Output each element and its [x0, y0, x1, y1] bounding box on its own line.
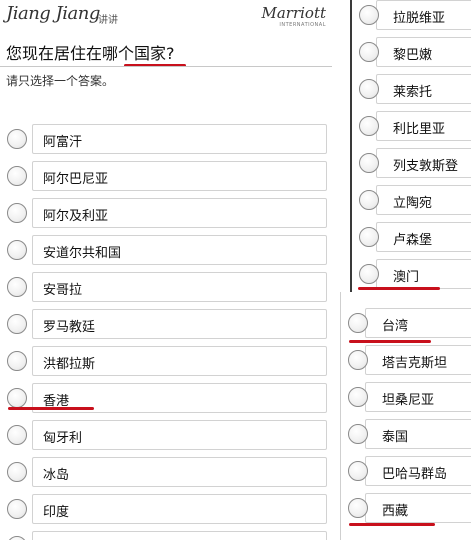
country-option[interactable]: 列支敦斯登: [359, 148, 471, 178]
country-option[interactable]: 安哥拉: [7, 272, 327, 302]
country-option[interactable]: 台湾: [348, 308, 471, 338]
radio-button[interactable]: [7, 425, 27, 445]
radio-button[interactable]: [359, 264, 379, 284]
country-option[interactable]: 印度尼西亚: [7, 531, 327, 540]
country-option[interactable]: 阿尔及利亚: [7, 198, 327, 228]
radio-button[interactable]: [359, 153, 379, 173]
country-option-label: 西藏: [382, 504, 409, 519]
country-option-label: 拉脱维亚: [393, 11, 446, 26]
country-option-label: 利比里亚: [393, 122, 446, 137]
radio-button[interactable]: [7, 240, 27, 260]
jiangjiang-logo-sub: 讲讲: [98, 15, 118, 26]
radio-button[interactable]: [7, 351, 27, 371]
country-option-label: 泰国: [382, 430, 409, 445]
radio-button[interactable]: [348, 387, 368, 407]
radio-button[interactable]: [7, 314, 27, 334]
country-option[interactable]: 印度: [7, 494, 327, 524]
country-option-label: 黎巴嫩: [393, 48, 433, 63]
country-option[interactable]: 拉脱维亚: [359, 0, 471, 30]
red-annotation-underline: [349, 340, 431, 343]
country-option-label: 安道尔共和国: [43, 246, 122, 261]
country-option[interactable]: 立陶宛: [359, 185, 471, 215]
country-option-label: 坦桑尼亚: [382, 393, 435, 408]
country-option-label: 安哥拉: [43, 283, 83, 298]
country-option[interactable]: 洪都拉斯: [7, 346, 327, 376]
radio-button[interactable]: [7, 166, 27, 186]
radio-button[interactable]: [7, 499, 27, 519]
country-option[interactable]: 利比里亚: [359, 111, 471, 141]
country-option-label: 匈牙利: [43, 431, 83, 446]
country-option-label: 阿富汗: [43, 135, 83, 150]
survey-panel-right-top: 拉脱维亚黎巴嫩莱索托利比里亚列支敦斯登立陶宛卢森堡澳门: [350, 0, 471, 292]
radio-button[interactable]: [7, 129, 27, 149]
country-option-label: 罗马教廷: [43, 320, 96, 335]
survey-panel-right-bottom: 台湾塔吉克斯坦坦桑尼亚泰国巴哈马群岛西藏: [340, 292, 471, 540]
radio-button[interactable]: [359, 116, 379, 136]
country-option[interactable]: 冰岛: [7, 457, 327, 487]
country-option[interactable]: 匈牙利: [7, 420, 327, 450]
country-option[interactable]: 卢森堡: [359, 222, 471, 252]
country-option[interactable]: 阿尔巴尼亚: [7, 161, 327, 191]
red-annotation-underline: [358, 287, 440, 290]
country-option-label: 阿尔巴尼亚: [43, 172, 109, 187]
country-option-label: 冰岛: [43, 468, 70, 483]
country-option[interactable]: 西藏: [348, 493, 471, 523]
question-hint: 请只选择一个答案。: [6, 74, 115, 88]
radio-button[interactable]: [348, 424, 368, 444]
country-option-label: 阿尔及利亚: [43, 209, 109, 224]
country-option-label: 台湾: [382, 319, 409, 334]
country-option-label: 塔吉克斯坦: [382, 356, 448, 371]
radio-button[interactable]: [7, 462, 27, 482]
country-option-label: 列支敦斯登: [393, 159, 459, 174]
country-option-label: 莱索托: [393, 85, 433, 100]
radio-button[interactable]: [359, 79, 379, 99]
country-option-label: 卢森堡: [393, 233, 433, 248]
radio-button[interactable]: [359, 190, 379, 210]
survey-header: Jiang Jiang 讲讲 Marriott INTERNATIONAL: [0, 0, 350, 38]
country-option-label: 澳门: [393, 270, 420, 285]
country-option[interactable]: 泰国: [348, 419, 471, 449]
marriott-logo: Marriott: [261, 4, 326, 22]
radio-button[interactable]: [359, 5, 379, 25]
country-option[interactable]: 莱索托: [359, 74, 471, 104]
country-option[interactable]: 巴哈马群岛: [348, 456, 471, 486]
radio-button[interactable]: [348, 313, 368, 333]
red-annotation-underline: [8, 407, 94, 410]
radio-button[interactable]: [7, 536, 27, 540]
question-title: 您现在居住在哪个国家?: [6, 44, 175, 63]
country-option-label: 立陶宛: [393, 196, 433, 211]
country-option-label: 洪都拉斯: [43, 357, 96, 372]
country-option[interactable]: 安道尔共和国: [7, 235, 327, 265]
radio-button[interactable]: [7, 277, 27, 297]
question-divider: [0, 66, 332, 67]
marriott-logo-sub: INTERNATIONAL: [279, 22, 326, 28]
radio-button[interactable]: [348, 498, 368, 518]
radio-button[interactable]: [7, 203, 27, 223]
radio-button[interactable]: [348, 350, 368, 370]
country-option[interactable]: 澳门: [359, 259, 471, 289]
radio-button[interactable]: [348, 461, 368, 481]
radio-button[interactable]: [359, 227, 379, 247]
country-option[interactable]: 阿富汗: [7, 124, 327, 154]
country-option[interactable]: 黎巴嫩: [359, 37, 471, 67]
country-option[interactable]: 坦桑尼亚: [348, 382, 471, 412]
country-option[interactable]: 罗马教廷: [7, 309, 327, 339]
country-option-label: 巴哈马群岛: [382, 467, 448, 482]
radio-button[interactable]: [359, 42, 379, 62]
country-option-label: 印度: [43, 505, 70, 520]
jiangjiang-logo: Jiang Jiang: [6, 3, 100, 24]
radio-button[interactable]: [7, 388, 27, 408]
red-annotation-underline: [349, 523, 435, 526]
country-option[interactable]: 塔吉克斯坦: [348, 345, 471, 375]
survey-panel-left: Jiang Jiang 讲讲 Marriott INTERNATIONAL 您现…: [0, 0, 350, 540]
